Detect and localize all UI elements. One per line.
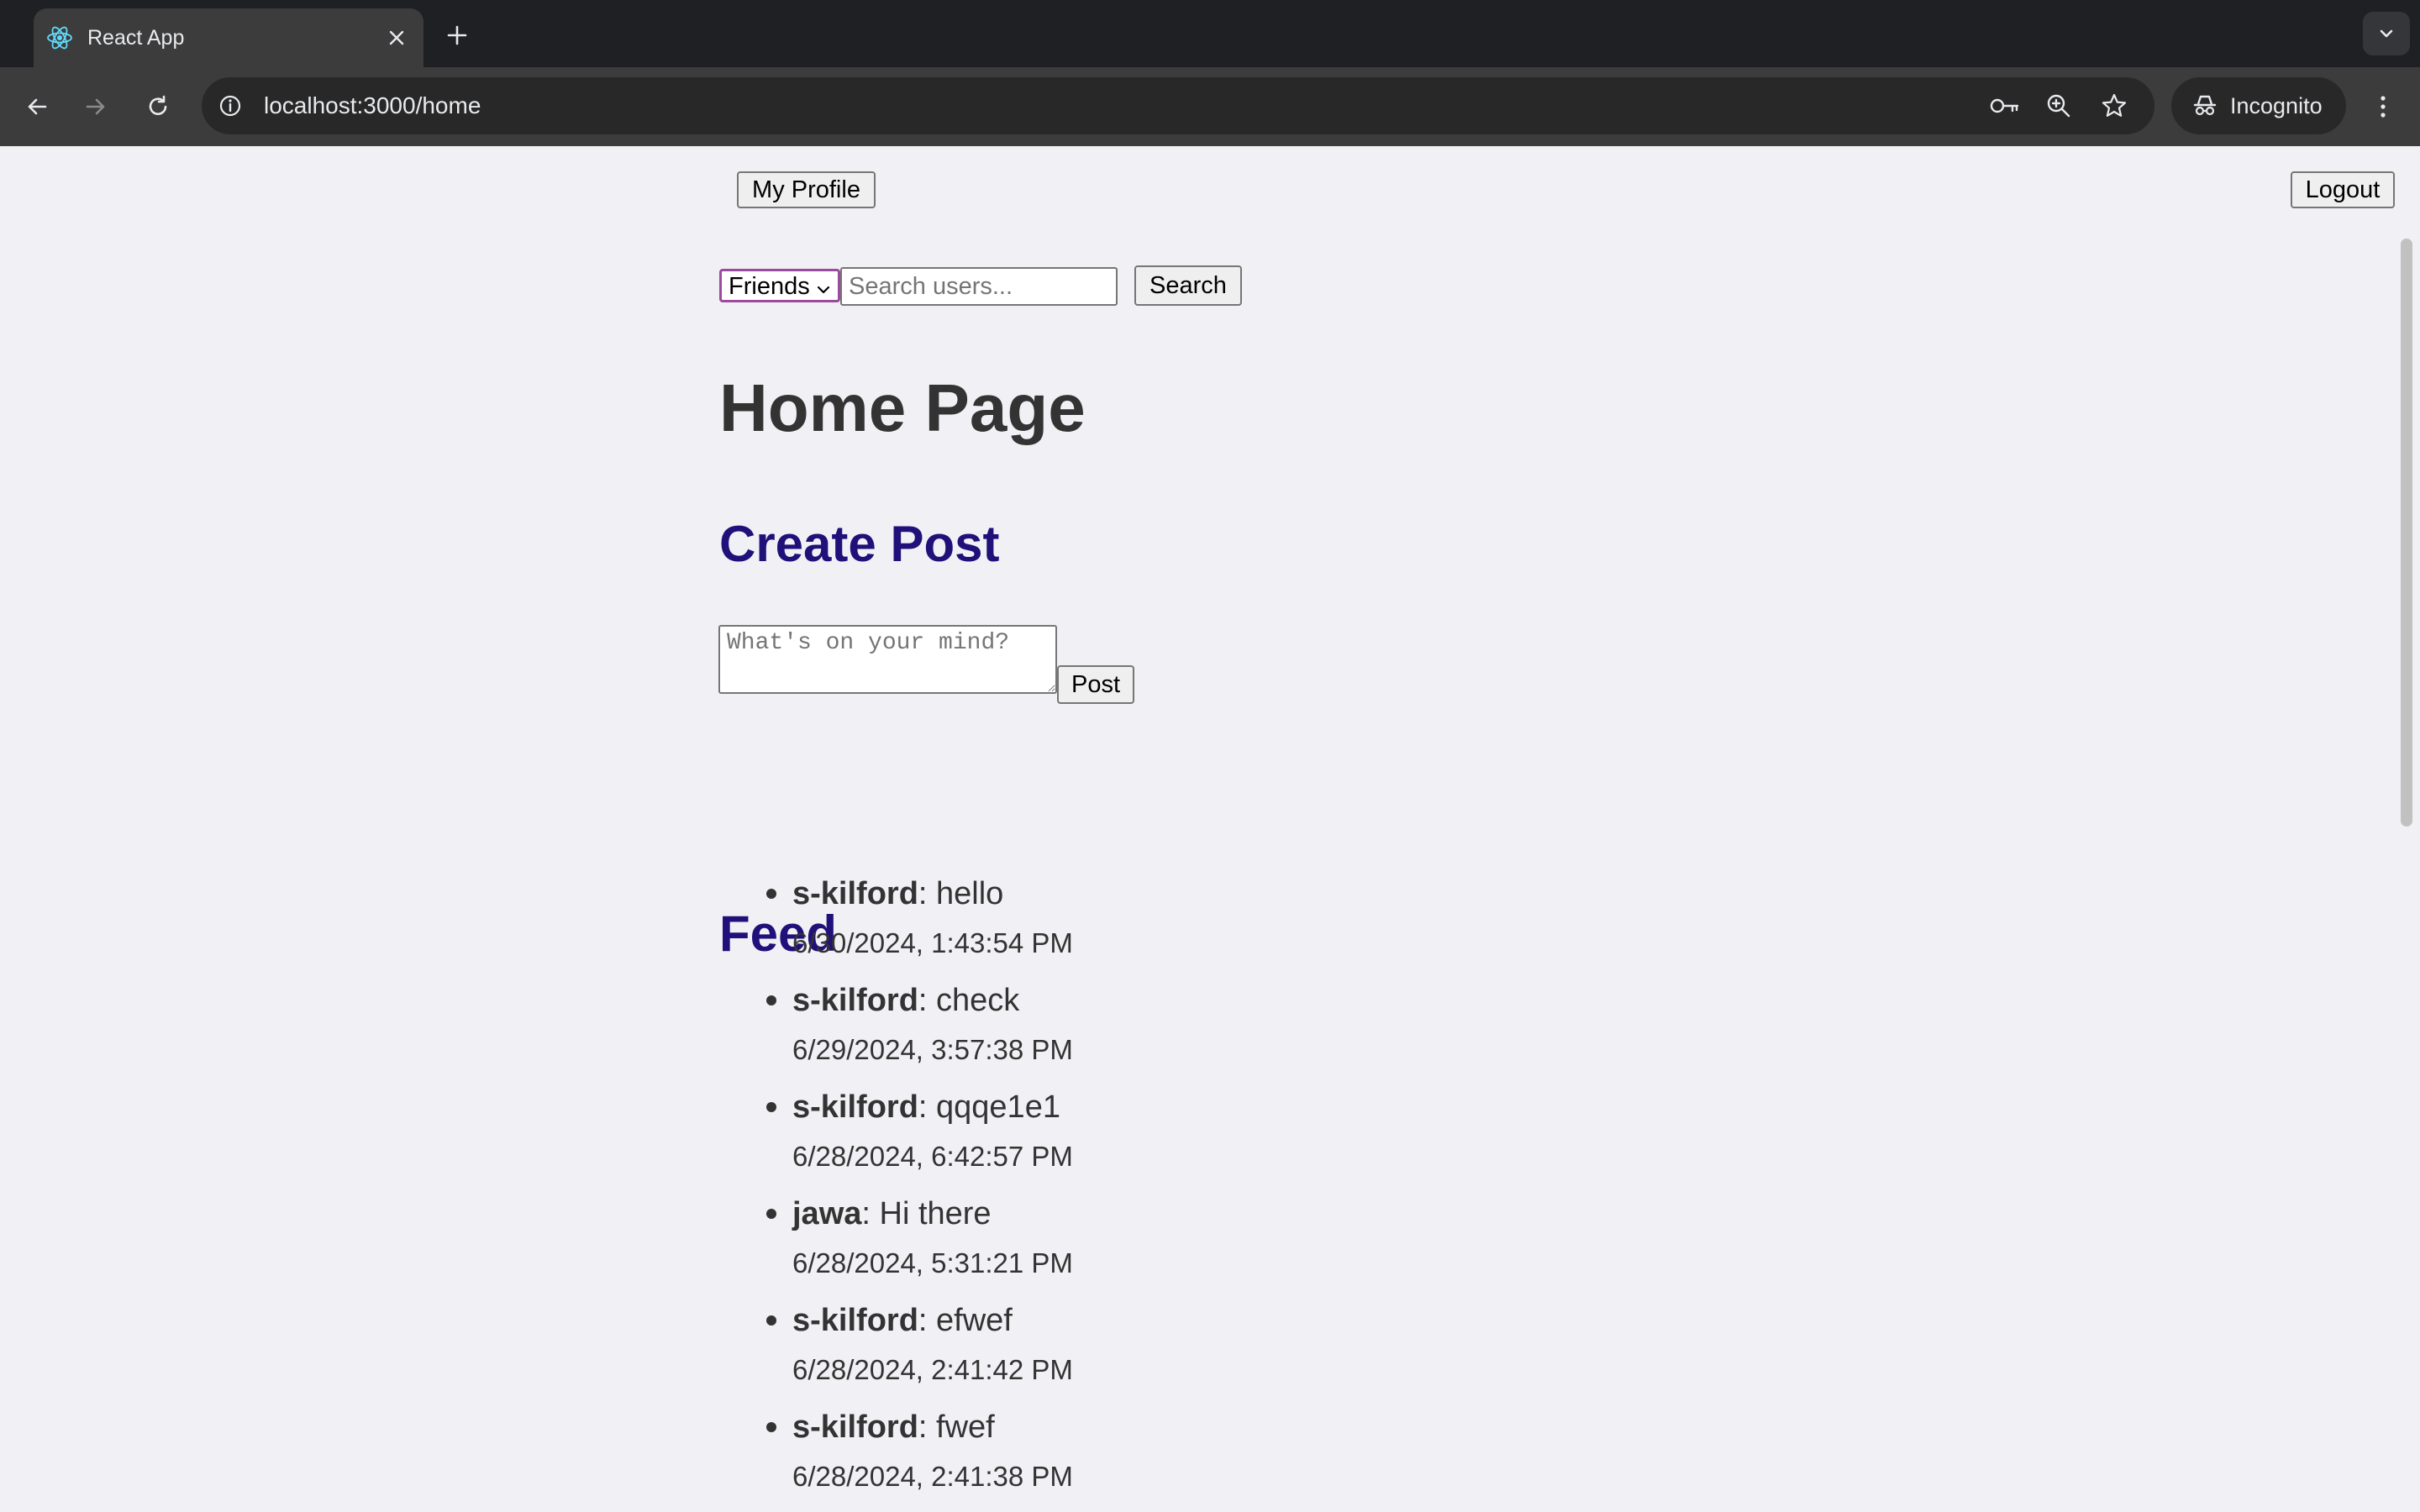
list-bullet xyxy=(766,1209,776,1219)
url-text: localhost:3000/home xyxy=(264,92,481,118)
incognito-indicator[interactable]: Incognito xyxy=(2171,77,2346,134)
search-filter-select[interactable]: Friends xyxy=(719,269,840,302)
post-line: s-kilford: qqqe1e1 xyxy=(792,1082,1060,1132)
site-info-icon[interactable] xyxy=(213,89,247,123)
zoom-icon[interactable] xyxy=(2042,89,2075,123)
list-bullet xyxy=(766,889,776,899)
post-text: : hello xyxy=(918,876,1004,911)
post-timestamp: 6/28/2024, 2:41:42 PM xyxy=(792,1354,1073,1385)
more-options-icon[interactable] xyxy=(2366,90,2400,123)
post-timestamp: 6/29/2024, 3:57:38 PM xyxy=(792,1034,1073,1065)
logout-button[interactable]: Logout xyxy=(2291,171,2395,208)
reload-icon[interactable] xyxy=(141,90,175,123)
address-bar[interactable]: localhost:3000/home xyxy=(202,77,2154,134)
post-text: : qqqe1e1 xyxy=(918,1089,1060,1125)
browser-toolbar: localhost:3000/home Incognito xyxy=(0,67,2420,146)
list-bullet xyxy=(766,1102,776,1112)
post-line: s-kilford: fwef xyxy=(792,1402,995,1452)
post-content-textarea[interactable] xyxy=(718,625,1057,694)
back-arrow-icon[interactable] xyxy=(20,90,54,123)
post-timestamp: 6/30/2024, 1:43:54 PM xyxy=(792,927,1073,958)
post-text: : check xyxy=(918,983,1020,1018)
search-users-input[interactable] xyxy=(840,267,1118,306)
my-profile-button[interactable]: My Profile xyxy=(737,171,876,208)
post-text: : Hi there xyxy=(861,1196,992,1231)
react-logo-icon xyxy=(45,24,74,52)
create-post-heading: Create Post xyxy=(719,516,1000,572)
list-bullet xyxy=(766,1422,776,1432)
post-text: : efwef xyxy=(918,1303,1013,1338)
search-filter-value: Friends xyxy=(729,273,810,300)
post-line: jawa: Hi there xyxy=(792,1189,992,1239)
post-author: s-kilford xyxy=(792,876,918,911)
post-author: jawa xyxy=(792,1196,862,1231)
page-title: Home Page xyxy=(719,370,1086,445)
close-icon[interactable] xyxy=(383,24,410,51)
post-author: s-kilford xyxy=(792,1089,918,1125)
post-author: s-kilford xyxy=(792,1410,918,1445)
post-line: s-kilford: efwef xyxy=(792,1295,1013,1346)
search-button[interactable]: Search xyxy=(1134,265,1242,306)
post-author: s-kilford xyxy=(792,1303,918,1338)
tab-search-chevron-icon[interactable] xyxy=(2363,12,2410,55)
post-text: : fwef xyxy=(918,1410,995,1445)
chevron-down-icon xyxy=(814,278,833,297)
password-key-icon[interactable] xyxy=(1988,89,2022,123)
list-bullet xyxy=(766,995,776,1005)
list-bullet xyxy=(766,1315,776,1326)
scrollbar-thumb[interactable] xyxy=(2401,239,2412,827)
post-timestamp: 6/28/2024, 5:31:21 PM xyxy=(792,1247,1073,1278)
tab-title: React App xyxy=(87,26,185,50)
incognito-icon xyxy=(2188,89,2222,123)
page-content: My Profile Logout Friends Search Home Pa… xyxy=(0,146,2420,1512)
post-timestamp: 6/28/2024, 2:41:38 PM xyxy=(792,1461,1073,1492)
post-timestamp: 6/28/2024, 6:42:57 PM xyxy=(792,1141,1073,1172)
incognito-label: Incognito xyxy=(2230,93,2323,118)
post-author: s-kilford xyxy=(792,983,918,1018)
browser-tab-strip: React App xyxy=(0,0,2420,67)
post-button[interactable]: Post xyxy=(1057,665,1134,704)
bookmark-star-icon[interactable] xyxy=(2097,89,2131,123)
browser-tab[interactable]: React App xyxy=(34,8,424,67)
new-tab-plus-icon[interactable] xyxy=(440,18,474,52)
forward-arrow-icon[interactable] xyxy=(79,90,113,123)
post-line: s-kilford: check xyxy=(792,975,1019,1026)
post-line: s-kilford: hello xyxy=(792,869,1003,919)
